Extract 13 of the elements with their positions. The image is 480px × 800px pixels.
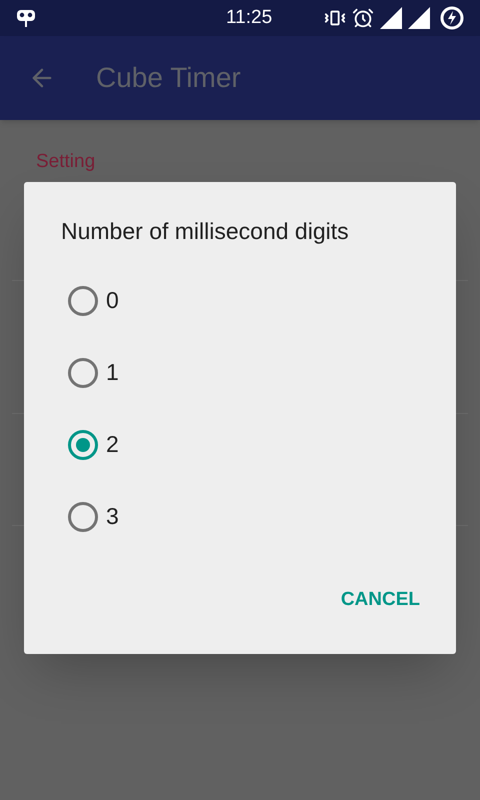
radio-option[interactable]: 1 — [24, 336, 456, 408]
battery-icon — [440, 6, 464, 30]
alarm-icon — [352, 7, 374, 29]
clock-time: 11:25 — [226, 6, 272, 30]
dialog-title: Number of millisecond digits — [61, 217, 350, 246]
section-title: Setting — [36, 151, 96, 172]
radio-option[interactable]: 0 — [24, 264, 456, 336]
signal-icon — [380, 7, 402, 29]
app-title: Cube Timer — [96, 61, 241, 95]
radio-option[interactable]: 2 — [24, 408, 456, 480]
signal-icon — [408, 7, 430, 29]
robot-icon — [16, 7, 36, 29]
radio-option[interactable]: 3 — [24, 480, 456, 552]
